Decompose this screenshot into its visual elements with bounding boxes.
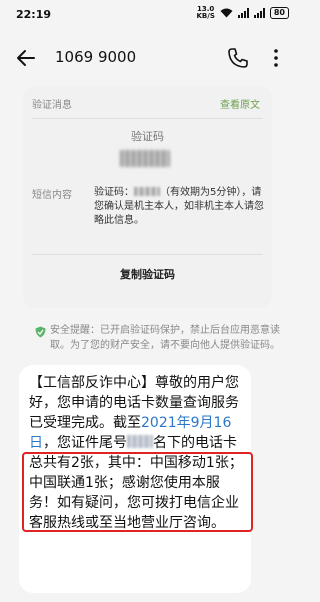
sms-prefix: 验证码： [94,187,134,198]
app-bar: 1069 9000 [0,40,301,76]
divider [32,254,263,255]
message-part-2: ，您证件尾号 [43,435,127,451]
divider [32,118,263,119]
sms-content: 验证码： （有效期为5分钟），请您确认是机主本人，如非机主本人请忽略此信息。 [94,186,264,228]
verification-card: 验证消息 查看原文 验证码 短信内容 验证码： （有效期为5分钟），请您确认是机主… [23,86,272,308]
back-arrow-icon[interactable] [14,46,38,70]
verification-code-redacted [120,150,170,167]
verification-card-title: 验证消息 [32,100,72,111]
signal-icon [237,8,249,18]
safety-notice: 安全提醒：已开启验证码保护，禁止后台应用恶意读取。为了您的财产安全，请不要向他人… [50,325,280,351]
message-bubble[interactable]: 【工信部反诈中心】尊敬的用户您好，您申请的电话卡数量查询服务已受理完成。截至20… [19,365,253,593]
battery-icon: 80 [269,7,289,19]
more-vertical-icon[interactable] [264,46,288,70]
phone-icon[interactable] [226,46,250,70]
net-speed: 13.0 KB/S [197,6,215,20]
copy-code-button[interactable]: 复制验证码 [23,266,272,282]
sender-number: 1069 9000 [55,48,137,66]
code-label: 验证码 [131,130,164,143]
signal-icon-2 [253,8,265,18]
sms-code-redacted [134,187,160,196]
sms-content-label: 短信内容 [32,190,72,201]
net-speed-unit: KB/S [196,12,215,20]
shield-check-icon [35,326,46,338]
highlight-annotation [22,452,253,532]
wifi-icon [220,8,233,18]
view-original-link[interactable]: 查看原文 [220,96,260,111]
id-tail-redacted [127,435,153,448]
status-time: 22:19 [16,8,52,21]
status-icons: 13.0 KB/S 80 [197,6,289,20]
status-bar: 22:19 13.0 KB/S 80 [0,0,301,30]
